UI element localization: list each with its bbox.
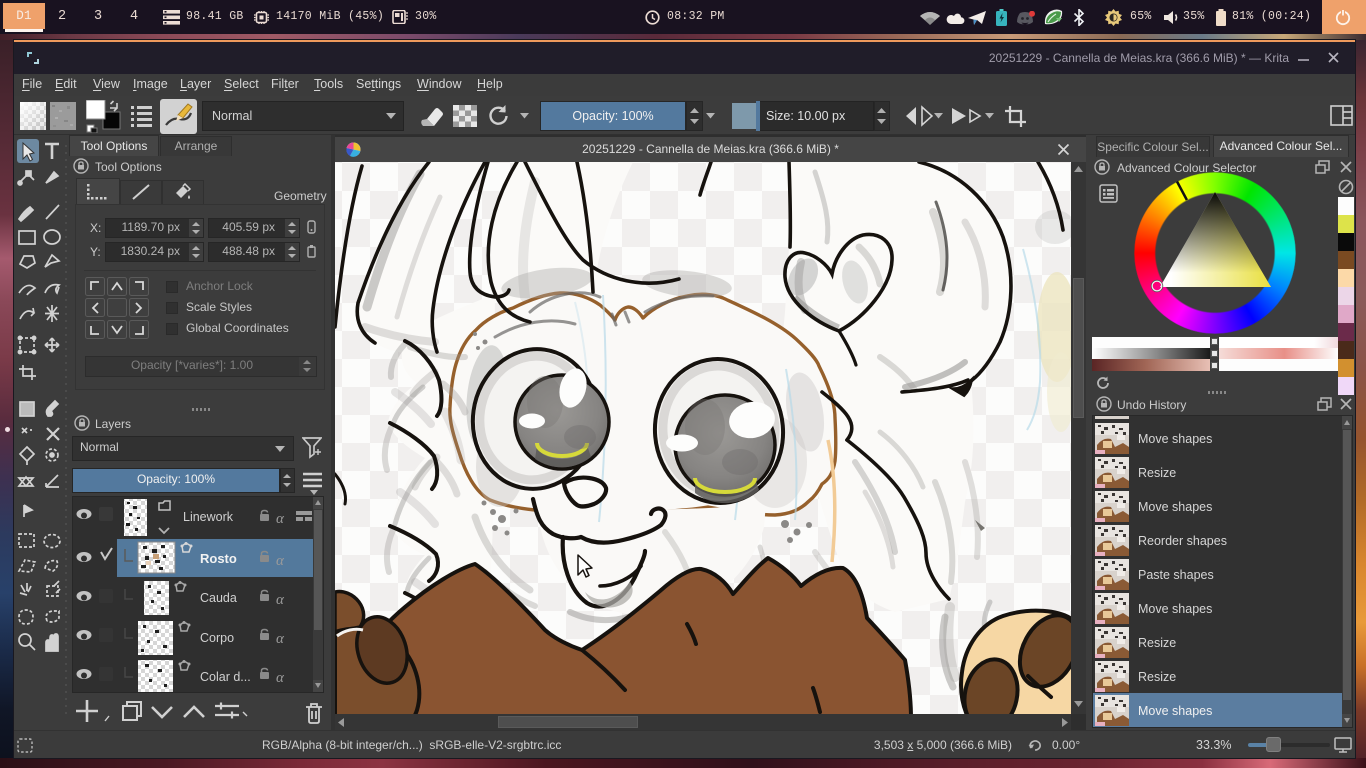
svg-text:Colar d...: Colar d... — [200, 670, 251, 684]
svg-text:Linework: Linework — [183, 510, 234, 524]
svg-text:Cauda: Cauda — [200, 591, 237, 605]
svg-text:Move shapes: Move shapes — [1138, 432, 1212, 446]
svg-text:Paste shapes: Paste shapes — [1138, 568, 1214, 582]
svg-text:Reorder shapes: Reorder shapes — [1138, 534, 1227, 548]
svg-text:Rosto: Rosto — [200, 551, 237, 566]
svg-text:Move shapes: Move shapes — [1138, 602, 1212, 616]
svg-text:Resize: Resize — [1138, 636, 1176, 650]
svg-text:Corpo: Corpo — [200, 631, 234, 645]
svg-text:Resize: Resize — [1138, 670, 1176, 684]
svg-text:Resize: Resize — [1138, 466, 1176, 480]
svg-text:Move shapes: Move shapes — [1138, 704, 1212, 718]
svg-text:Move shapes: Move shapes — [1138, 500, 1212, 514]
